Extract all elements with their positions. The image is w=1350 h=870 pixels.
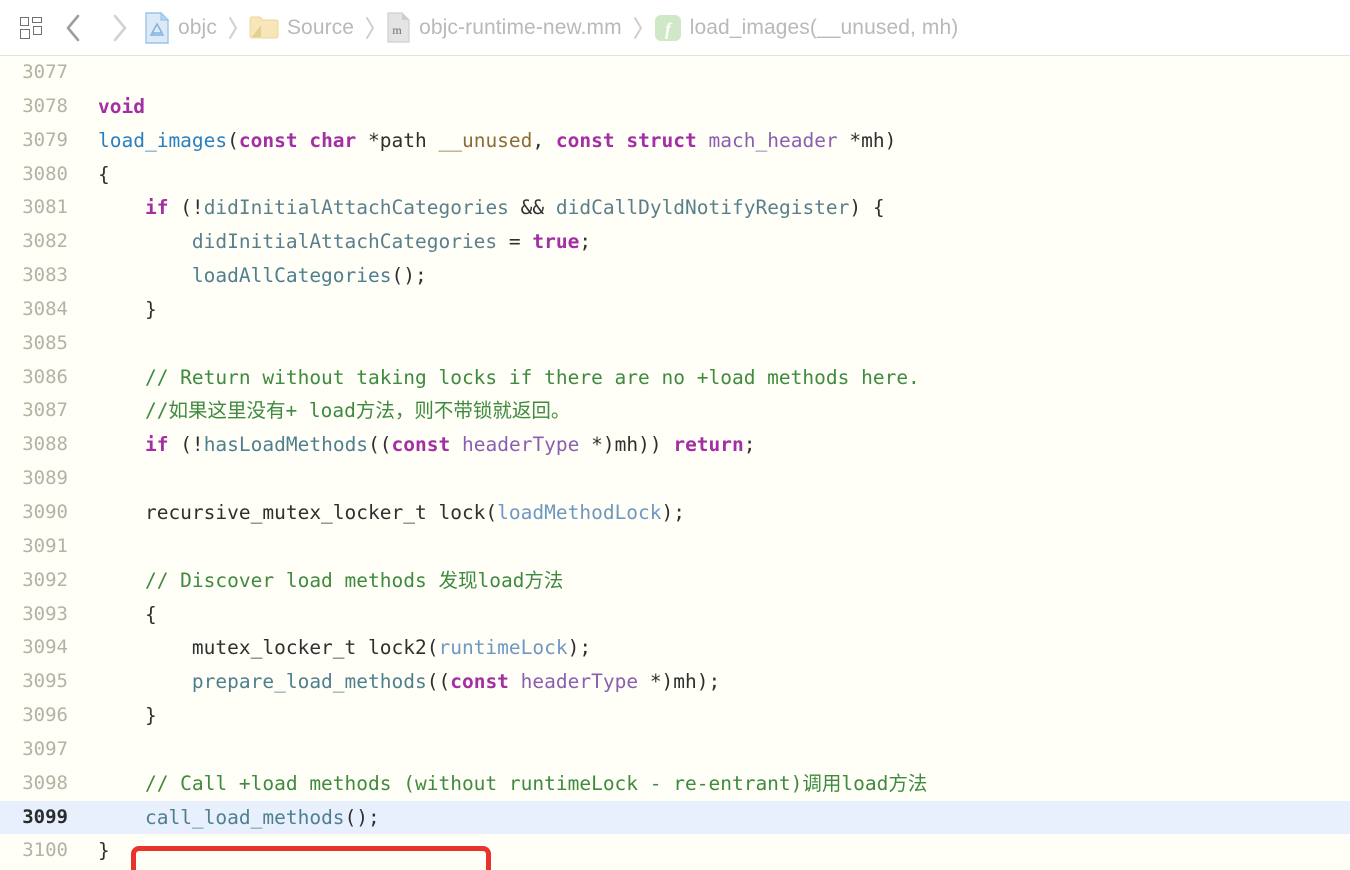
- line-number: 3078: [22, 94, 68, 117]
- line-number: 3084: [22, 297, 68, 320]
- line-number: 3080: [22, 162, 68, 185]
- code-line[interactable]: 3091: [0, 530, 1350, 564]
- breadcrumb-separator: [227, 15, 239, 41]
- line-number: 3083: [22, 264, 68, 287]
- chevron-right-icon: [633, 16, 642, 39]
- code-editor[interactable]: 3077 3078 void 3079 load_images(const ch…: [0, 56, 1350, 870]
- code-line-current[interactable]: 3099 call_load_methods();: [0, 800, 1350, 835]
- forward-button[interactable]: [96, 8, 142, 48]
- function-icon: f: [654, 14, 681, 41]
- code-line[interactable]: 3086 // Return without taking locks if t…: [0, 361, 1350, 395]
- line-number: 3082: [22, 230, 68, 253]
- breadcrumb-label-file: objc-runtime-new.mm: [419, 16, 622, 39]
- line-source: }: [98, 704, 157, 728]
- line-source: didInitialAttachCategories = true;: [191, 230, 592, 254]
- line-number: 3094: [22, 636, 68, 659]
- chevron-left-icon: [66, 14, 80, 41]
- code-line[interactable]: 3078 void: [0, 90, 1350, 124]
- line-source: {: [98, 162, 110, 186]
- line-source-comment: //如果这里没有+ load方法，则不带锁就返回。: [98, 399, 571, 423]
- breadcrumb-label-symbol: load_images(__unused, mh): [689, 16, 959, 39]
- line-source: prepare_load_methods((const headerType *…: [191, 670, 721, 694]
- line-source: if (!didInitialAttachCategories && didCa…: [144, 196, 885, 220]
- svg-text:m: m: [392, 23, 402, 37]
- code-line[interactable]: 3084 }: [0, 293, 1350, 327]
- line-number: 3081: [22, 196, 68, 219]
- code-line[interactable]: 3093 {: [0, 598, 1350, 632]
- objc-file-icon: m: [387, 12, 410, 43]
- code-line[interactable]: 3097: [0, 733, 1350, 767]
- breadcrumb-item-symbol[interactable]: f load_images(__unused, mh): [652, 14, 961, 42]
- line-number: 3093: [22, 602, 68, 625]
- code-line[interactable]: 3082 didInitialAttachCategories = true;: [0, 225, 1350, 259]
- breadcrumb-toolbar: objc Source m objc-runtime-new.mm f load…: [0, 0, 1350, 56]
- line-source: {: [98, 602, 157, 626]
- line-number: 3100: [22, 839, 68, 862]
- code-line[interactable]: 3080 {: [0, 158, 1350, 192]
- chevron-right-icon: [228, 16, 237, 39]
- line-number: 3089: [22, 467, 68, 490]
- code-line[interactable]: 3092 // Discover load methods 发现load方法: [0, 564, 1350, 598]
- code-line[interactable]: 3087 //如果这里没有+ load方法，则不带锁就返回。: [0, 394, 1350, 428]
- code-line[interactable]: 3090 recursive_mutex_locker_t lock(loadM…: [0, 496, 1350, 530]
- breadcrumb-item-project[interactable]: objc: [142, 11, 219, 44]
- line-source: load_images(const char *path __unused, c…: [98, 128, 897, 152]
- code-line[interactable]: 3083 loadAllCategories();: [0, 259, 1350, 293]
- line-number: 3087: [22, 399, 68, 422]
- line-number: 3095: [22, 670, 68, 693]
- code-line[interactable]: 3096 }: [0, 699, 1350, 733]
- line-number: 3077: [22, 61, 68, 83]
- line-number: 3090: [22, 500, 68, 523]
- line-source-comment: // Call +load methods (without runtimeLo…: [98, 771, 928, 795]
- chevron-right-icon: [113, 14, 127, 41]
- code-line[interactable]: 3100 }: [0, 834, 1350, 868]
- line-number: 3098: [22, 771, 68, 794]
- code-line[interactable]: 3095 prepare_load_methods((const headerT…: [0, 665, 1350, 699]
- layout-grid-button[interactable]: [12, 9, 50, 47]
- line-number: 3099: [22, 805, 68, 828]
- line-source: void: [98, 94, 145, 118]
- line-source-comment: // Discover load methods 发现load方法: [98, 568, 564, 592]
- code-line[interactable]: 3077: [0, 56, 1350, 90]
- line-source: mutex_locker_t lock2(runtimeLock);: [98, 636, 592, 660]
- line-number: 3092: [22, 568, 68, 591]
- line-source: call_load_methods();: [144, 805, 380, 829]
- breadcrumb-label-folder: Source: [286, 16, 355, 39]
- layout-grid-icon: [20, 16, 42, 39]
- line-source: loadAllCategories();: [191, 264, 427, 288]
- code-line[interactable]: 3088 if (!hasLoadMethods((const headerTy…: [0, 428, 1350, 462]
- line-number: 3088: [22, 433, 68, 456]
- code-line[interactable]: 3089: [0, 462, 1350, 496]
- folder-icon: [249, 16, 279, 38]
- breadcrumb-label-project: objc: [178, 16, 217, 39]
- line-number: 3079: [22, 128, 68, 151]
- line-source: recursive_mutex_locker_t lock(loadMethod…: [98, 500, 686, 524]
- back-button[interactable]: [50, 8, 96, 48]
- breadcrumb-item-file[interactable]: m objc-runtime-new.mm: [384, 12, 624, 43]
- breadcrumb-item-folder[interactable]: Source: [247, 15, 356, 41]
- breadcrumb-separator: [364, 15, 376, 41]
- line-number: 3091: [22, 534, 68, 557]
- breadcrumb-separator: [632, 15, 644, 41]
- chevron-right-icon: [366, 16, 375, 39]
- code-line[interactable]: 3079 load_images(const char *path __unus…: [0, 124, 1350, 158]
- code-line[interactable]: 3098 // Call +load methods (without runt…: [0, 767, 1350, 801]
- line-number: 3097: [22, 737, 68, 760]
- line-source: }: [98, 839, 110, 863]
- line-source: }: [98, 297, 157, 321]
- xcode-project-icon: [145, 11, 170, 44]
- line-number: 3085: [22, 331, 68, 354]
- code-line[interactable]: 3085: [0, 327, 1350, 361]
- line-number: 3096: [22, 704, 68, 727]
- line-number: 3086: [22, 365, 68, 388]
- code-line[interactable]: 3081 if (!didInitialAttachCategories && …: [0, 191, 1350, 225]
- line-source-comment: // Return without taking locks if there …: [98, 365, 920, 389]
- line-source: if (!hasLoadMethods((const headerType *)…: [144, 433, 756, 457]
- code-line[interactable]: 3094 mutex_locker_t lock2(runtimeLock);: [0, 631, 1350, 665]
